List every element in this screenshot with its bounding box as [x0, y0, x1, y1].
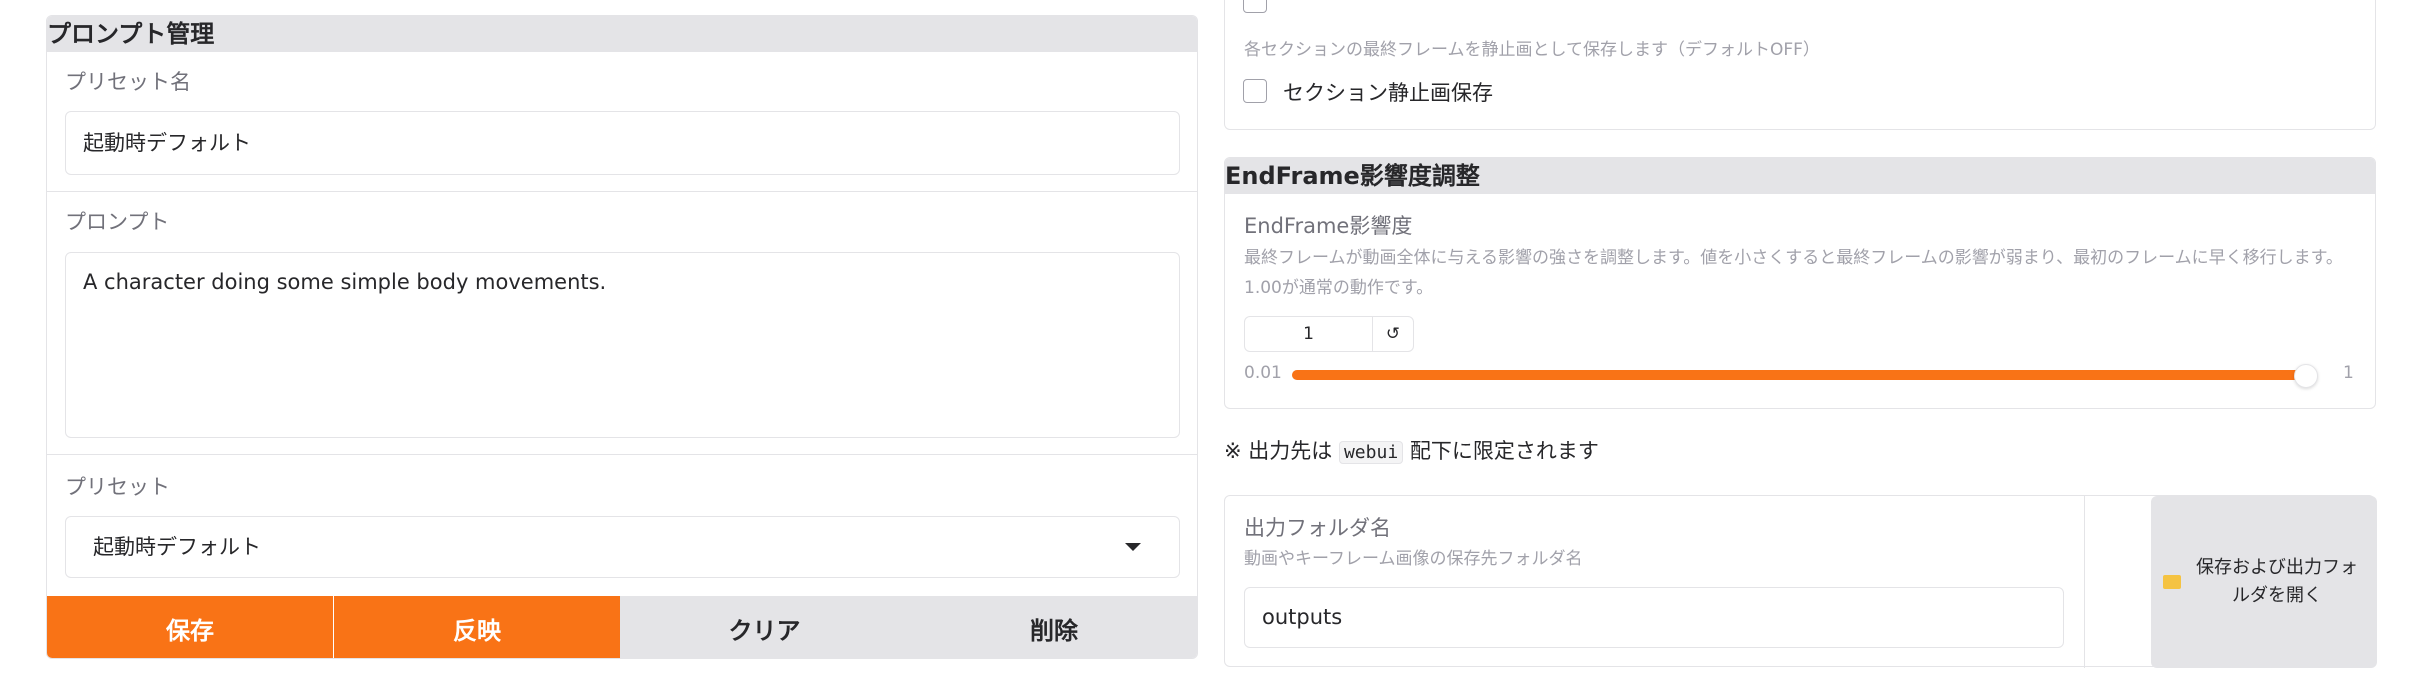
section-still-checkbox-label: セクション静止画保存 [1283, 81, 1493, 105]
preset-selected-value: 起動時デフォルト [93, 535, 261, 559]
clear-button[interactable]: クリア [620, 596, 909, 658]
output-folder-box: 出力フォルダ名 動画やキーフレーム画像の保存先フォルダ名 outputs [1225, 496, 2085, 668]
endframe-slider-thumb[interactable] [2294, 364, 2318, 388]
endframe-slider-fill [1292, 370, 2305, 380]
slider-max-label: 1 [2343, 363, 2354, 383]
preset-label: プリセット [65, 475, 170, 499]
output-folder-input[interactable]: outputs [1244, 587, 2064, 648]
checkbox-partial[interactable] [1243, 0, 1267, 13]
endframe-label: EndFrame影響度 [1244, 214, 1413, 238]
output-folder-info: 動画やキーフレーム画像の保存先フォルダ名 [1244, 549, 1583, 569]
endframe-info: 最終フレームが動画全体に与える影響の強さを調整します。値を小さくすると最終フレー… [1244, 248, 2343, 298]
reset-icon[interactable]: ↺ [1372, 317, 1413, 351]
section-still-info: 各セクションの最終フレームを静止画として保存します（デフォルトOFF） [1244, 40, 1820, 60]
section-still-panel: 各セクションの最終フレームを静止画として保存します（デフォルトOFF） セクショ… [1224, 0, 2376, 130]
output-folder-panel: 出力フォルダ名 動画やキーフレーム画像の保存先フォルダ名 outputs 保存お… [1224, 495, 2377, 668]
preset-dropdown[interactable]: 起動時デフォルト [65, 516, 1180, 578]
preset-name-value: 起動時デフォルト [83, 131, 251, 155]
output-folder-label: 出力フォルダ名 [1244, 516, 1391, 540]
save-button[interactable]: 保存 [47, 596, 333, 658]
output-note: ※ 出力先は webui 配下に限定されます [1224, 435, 1599, 465]
endframe-value: 1 [1303, 324, 1314, 344]
prompt-label: プロンプト [65, 210, 170, 234]
prompt-textarea[interactable]: A character doing some simple body movem… [65, 252, 1180, 438]
prompt-text: A character doing some simple body movem… [83, 270, 607, 294]
output-note-suffix: 配下に限定されます [1409, 439, 1599, 463]
endframe-title: EndFrame影響度調整 [1225, 158, 2375, 194]
endframe-number-input[interactable]: 1 ↺ [1244, 316, 1414, 352]
preset-name-label: プリセット名 [65, 70, 191, 94]
divider [47, 191, 1197, 192]
output-folder-value: outputs [1262, 605, 1343, 629]
slider-min-label: 0.01 [1244, 363, 1282, 383]
divider [47, 454, 1197, 455]
output-note-prefix: ※ 出力先は [1224, 439, 1333, 463]
open-output-folder-label: 保存および出力フォルダを開く [2196, 557, 2358, 606]
endframe-panel: EndFrame影響度調整 EndFrame影響度 最終フレームが動画全体に与え… [1224, 157, 2376, 409]
folder-icon [2163, 575, 2181, 589]
output-note-code: webui [1338, 441, 1404, 464]
section-still-checkbox[interactable] [1243, 79, 1267, 103]
chevron-down-icon [1125, 543, 1141, 551]
endframe-slider-track[interactable] [1292, 364, 2318, 388]
delete-button[interactable]: 削除 [909, 596, 1197, 658]
preset-name-input[interactable]: 起動時デフォルト [65, 111, 1180, 175]
prompt-management-title: プロンプト管理 [47, 16, 1197, 52]
apply-button[interactable]: 反映 [334, 596, 620, 658]
open-output-folder-button[interactable]: 保存および出力フォルダを開く [2151, 496, 2377, 668]
prompt-management-panel: プロンプト管理 プリセット名 起動時デフォルト プロンプト A characte… [46, 15, 1198, 659]
